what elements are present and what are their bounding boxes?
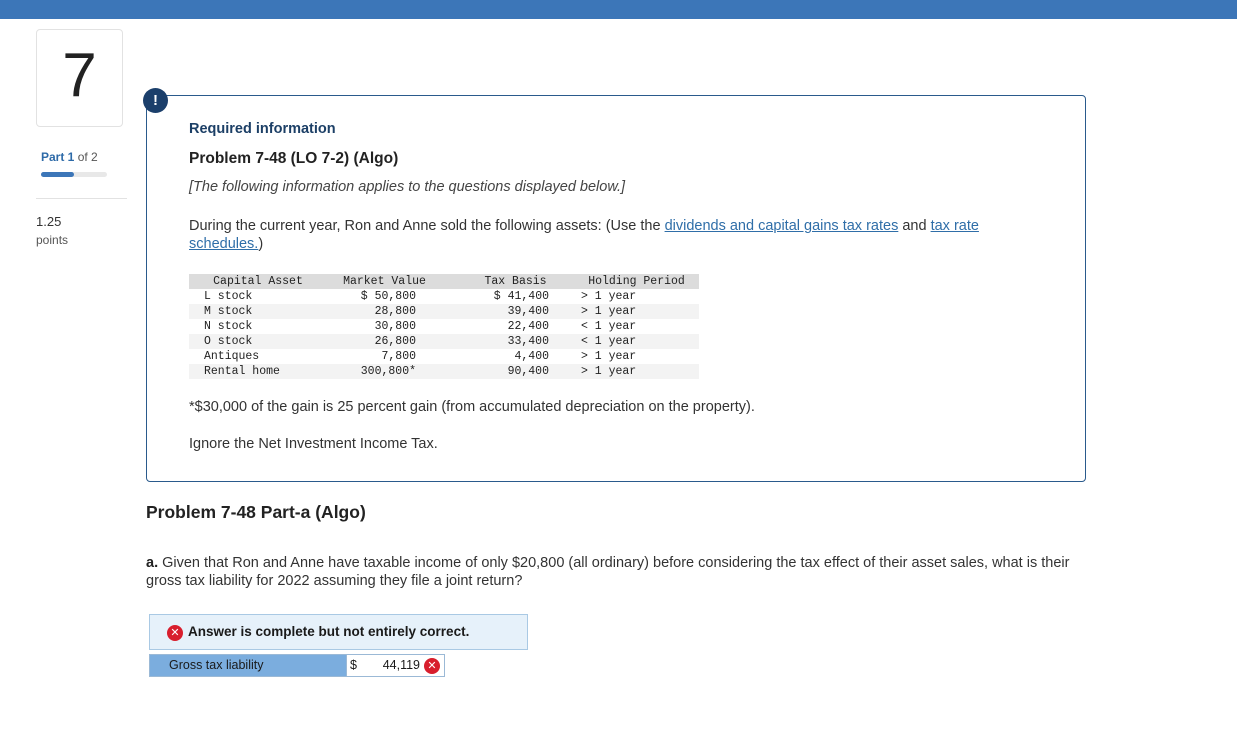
points-unit: points <box>36 233 69 247</box>
x-circle-icon: ✕ <box>167 625 183 641</box>
exclamation-icon: ! <box>143 88 168 113</box>
required-info-heading: Required information <box>189 121 336 137</box>
table-row: M stock 28,800 39,400 > 1 year <box>189 304 699 319</box>
tax-basis-cell: 4,400 <box>514 350 549 363</box>
asset-name-cell: O stock <box>189 334 327 349</box>
problem-intro: During the current year, Ron and Anne so… <box>189 217 1009 253</box>
holding-period-cell: < 1 year <box>581 320 637 333</box>
answer-value: 44,119 <box>382 658 420 672</box>
applies-note: [The following information applies to th… <box>189 179 626 195</box>
incorrect-x-icon: ✕ <box>424 658 440 674</box>
question-number: 7 <box>62 41 97 110</box>
asset-name-cell: M stock <box>189 304 327 319</box>
asset-name-cell: N stock <box>204 320 253 333</box>
tax-basis-cell: 33,400 <box>432 334 559 349</box>
column-header-market-value: Market Value <box>327 274 432 289</box>
capital-assets-table: Capital Asset Market Value Tax Basis Hol… <box>189 274 699 379</box>
table-row: Rental home 300,800* 90,400 > 1 year <box>189 364 699 379</box>
table-row: N stock 30,800 22,400 < 1 year <box>189 319 699 334</box>
tax-basis-cell: 90,400 <box>432 364 559 379</box>
tax-basis-cell: $ 41,400 <box>493 290 549 303</box>
answer-status-text: Answer is complete but not entirely corr… <box>188 624 470 639</box>
part-progress-fill <box>41 172 74 177</box>
part-current: Part 1 <box>41 150 75 164</box>
rental-home-footnote: *$30,000 of the gain is 25 percent gain … <box>189 399 755 415</box>
market-value-cell: 300,800* <box>327 364 432 379</box>
asset-name-cell: Antiques <box>204 350 260 363</box>
holding-period-cell: > 1 year <box>559 304 699 319</box>
part-title: Problem 7-48 Part-a (Algo) <box>146 502 366 522</box>
tax-rates-link[interactable]: dividends and capital gains tax rates <box>665 218 899 234</box>
column-header-holding-period: Holding Period <box>559 274 699 289</box>
holding-period-cell: < 1 year <box>559 334 699 349</box>
question-text: a. Given that Ron and Anne have taxable … <box>146 554 1076 590</box>
currency-symbol: $ <box>350 658 357 672</box>
asset-name-cell: Rental home <box>189 364 327 379</box>
part-progress-bar <box>41 172 107 177</box>
points-value: 1.25 <box>36 214 62 229</box>
intro-text-between: and <box>898 218 931 234</box>
answer-table-row: Gross tax liability $ 44,119 ✕ <box>149 654 445 677</box>
table-row: O stock 26,800 33,400 < 1 year <box>189 334 699 349</box>
holding-period-cell: > 1 year <box>581 350 637 363</box>
sidebar-divider <box>36 198 127 199</box>
tax-basis-cell: 39,400 <box>432 304 559 319</box>
holding-period-cell: > 1 year <box>559 364 699 379</box>
market-value-cell: $ 50,800 <box>360 290 416 303</box>
part-total: of 2 <box>77 150 98 164</box>
holding-period-cell: > 1 year <box>581 290 637 303</box>
market-value-cell: 26,800 <box>327 334 432 349</box>
part-indicator: Part 1 of 2 <box>41 150 98 164</box>
intro-text-before: During the current year, Ron and Anne so… <box>189 218 665 234</box>
column-header-asset: Capital Asset <box>189 274 327 289</box>
asset-name-cell: L stock <box>204 290 253 303</box>
top-header-bar <box>0 0 1237 19</box>
table-row: L stock $ 50,800 $ 41,400 > 1 year <box>189 289 699 304</box>
niit-note: Ignore the Net Investment Income Tax. <box>189 436 438 452</box>
question-number-badge: 7 <box>36 29 123 127</box>
table-row: Antiques 7,800 4,400 > 1 year <box>189 349 699 364</box>
question-letter: a. <box>146 555 159 571</box>
market-value-cell: 30,800 <box>374 320 416 333</box>
tax-basis-cell: 22,400 <box>507 320 549 333</box>
answer-label: Gross tax liability <box>150 655 346 676</box>
market-value-cell: 7,800 <box>381 350 416 363</box>
intro-text-after: ) <box>258 236 264 252</box>
problem-title: Problem 7-48 (LO 7-2) (Algo) <box>189 150 399 167</box>
gross-tax-liability-field[interactable]: $ 44,119 ✕ <box>346 655 444 676</box>
column-header-tax-basis: Tax Basis <box>432 274 559 289</box>
market-value-cell: 28,800 <box>327 304 432 319</box>
table-header-row: Capital Asset Market Value Tax Basis Hol… <box>189 274 699 289</box>
question-body: Given that Ron and Anne have taxable inc… <box>146 555 1070 589</box>
